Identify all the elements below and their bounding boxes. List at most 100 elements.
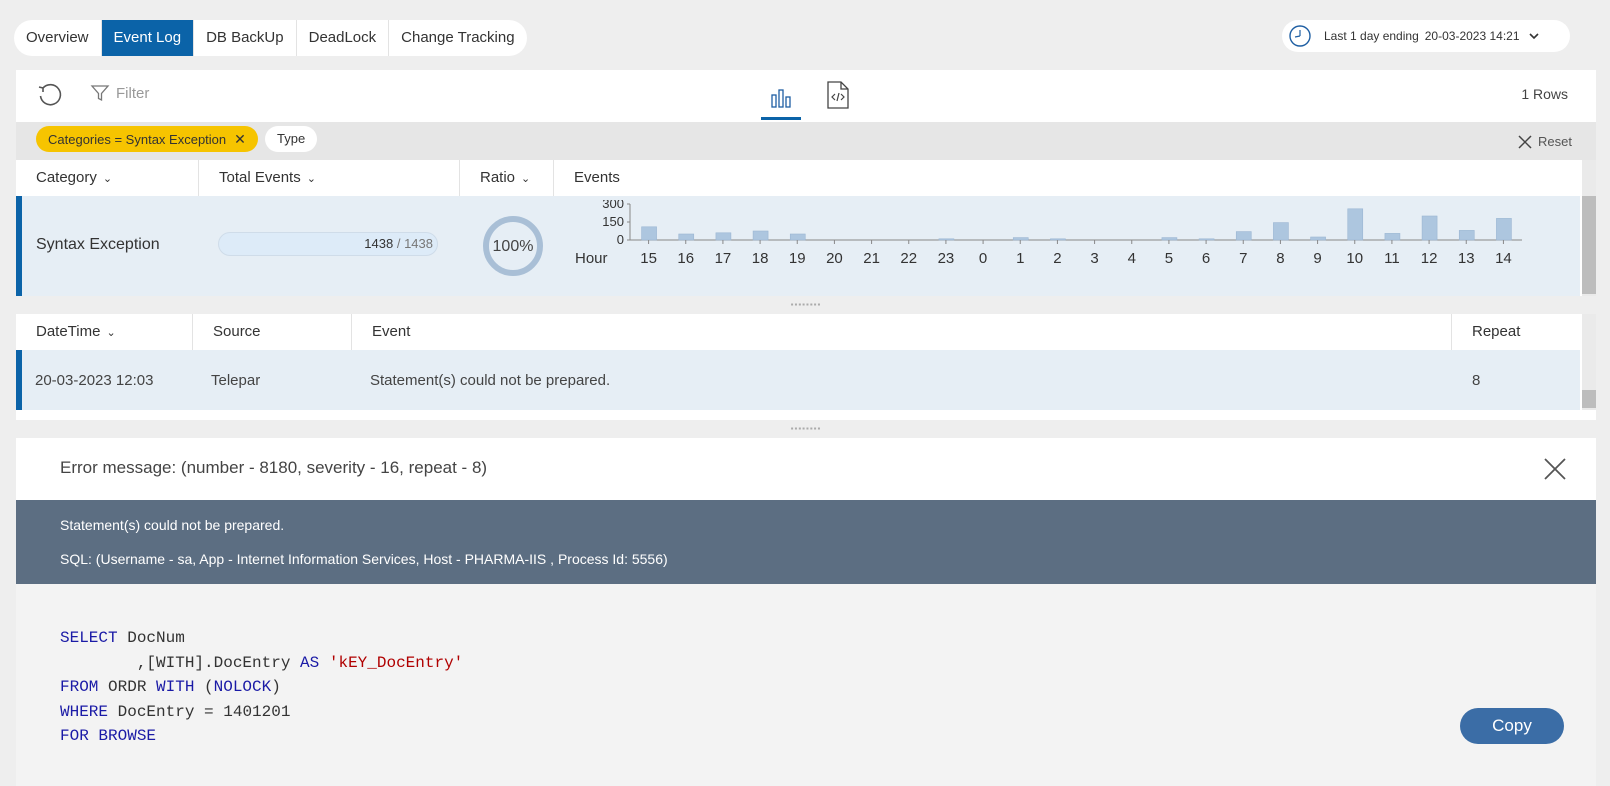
event-bar[interactable]: [1198, 238, 1215, 241]
event-bar[interactable]: [1235, 231, 1252, 241]
column-header-category[interactable]: Category ⌄: [16, 160, 199, 196]
event-bar[interactable]: [1310, 236, 1326, 241]
rows-count: 1 Rows: [1521, 86, 1568, 102]
code-file-icon[interactable]: [826, 80, 850, 110]
column-header-ratio[interactable]: Ratio ⌄: [460, 160, 554, 196]
event-bar[interactable]: [715, 232, 732, 241]
type-filter-chip[interactable]: Type: [265, 126, 318, 152]
column-label: Ratio: [480, 169, 516, 186]
column-label: DateTime: [36, 323, 101, 340]
event-bar[interactable]: [678, 233, 695, 241]
bar-chart-icon: [771, 88, 791, 108]
column-label: Events: [574, 169, 620, 186]
event-bar[interactable]: [1496, 218, 1512, 241]
event-bar[interactable]: [1384, 233, 1401, 241]
event-bar[interactable]: [938, 238, 955, 241]
splitter-handle[interactable]: ▪▪▪▪▪▪▪▪: [16, 420, 1596, 438]
chart-view-tab[interactable]: [761, 78, 801, 120]
tab-overview[interactable]: Overview: [14, 20, 102, 56]
summary-scrollbar-thumb[interactable]: [1582, 196, 1596, 294]
chevron-down-icon: ⌄: [521, 173, 531, 185]
detail-scrollbar-thumb[interactable]: [1582, 390, 1596, 408]
chevron-down-icon: ⌄: [306, 173, 316, 185]
column-label: Total Events: [219, 169, 301, 186]
chevron-down-icon: ⌄: [102, 173, 113, 185]
column-label: Repeat: [1472, 323, 1521, 340]
x-tick-label: 19: [789, 250, 806, 267]
event-bar[interactable]: [1050, 238, 1066, 241]
column-label: Event: [372, 323, 411, 340]
x-tick-label: 20: [826, 250, 843, 267]
category-filter-chip[interactable]: Categories = Syntax Exception ✕: [36, 126, 258, 152]
error-banner: Statement(s) could not be prepared. SQL:…: [16, 500, 1596, 584]
copy-button[interactable]: Copy: [1460, 708, 1564, 744]
filter-button[interactable]: Filter: [90, 83, 149, 103]
column-header-repeat[interactable]: Repeat: [1452, 314, 1580, 350]
clock-icon: [1289, 25, 1311, 47]
chevron-down-icon: ⌄: [106, 327, 116, 339]
sql-keyword: AS: [300, 653, 320, 672]
x-tick-label: 22: [900, 250, 917, 267]
column-header-datetime[interactable]: DateTime ⌄: [16, 314, 193, 350]
close-icon[interactable]: [1542, 456, 1568, 482]
sql-code-area: SELECT DocNum ,[WITH].DocEntry AS 'kEY_D…: [16, 584, 1596, 786]
column-label: Source: [213, 323, 261, 340]
x-tick-label: 9: [1313, 250, 1321, 267]
source-cell: Telepar: [211, 372, 261, 389]
tab-deadlock[interactable]: DeadLock: [297, 20, 390, 56]
event-bar[interactable]: [1012, 237, 1029, 241]
x-tick-label: 2: [1053, 250, 1061, 267]
category-cell: Syntax Exception: [36, 236, 160, 253]
x-axis-label: Hour: [575, 250, 608, 267]
reset-label: Reset: [1538, 134, 1572, 149]
event-bar[interactable]: [1347, 208, 1364, 241]
tab-event-log[interactable]: Event Log: [101, 20, 195, 56]
time-range-value: 20-03-2023 14:21: [1424, 29, 1520, 43]
x-tick-label: 12: [1421, 250, 1438, 267]
column-header-total-events[interactable]: Total Events ⌄: [199, 160, 460, 196]
sql-text: ORDR: [98, 678, 157, 696]
event-bar[interactable]: [1273, 222, 1289, 241]
filter-chip-bar: Categories = Syntax Exception ✕ Type Rese…: [16, 122, 1596, 160]
refresh-icon[interactable]: [36, 82, 64, 110]
event-bar[interactable]: [1458, 230, 1475, 241]
total-events-of: / 1438: [396, 236, 433, 251]
event-bar[interactable]: [1161, 237, 1178, 241]
repeat-cell: 8: [1472, 372, 1481, 389]
main-tabs: Overview Event Log DB BackUp DeadLock Ch…: [14, 20, 527, 56]
x-tick-label: 13: [1458, 250, 1475, 267]
x-tick-label: 11: [1384, 250, 1400, 267]
y-tick-label: 150: [602, 214, 624, 229]
column-header-source[interactable]: Source: [193, 314, 352, 350]
error-title: Error message: (number - 8180, severity …: [60, 458, 488, 477]
summary-row[interactable]: Syntax Exception 1438 / 1438 100% 300 150…: [16, 196, 1580, 296]
event-bar[interactable]: [641, 226, 657, 241]
sql-text: DocNum: [117, 629, 185, 647]
event-bar[interactable]: [1421, 215, 1438, 241]
tab-change-tracking[interactable]: Change Tracking: [389, 20, 526, 56]
summary-table-header: Category ⌄ Total Events ⌄ Ratio ⌄ Events: [16, 160, 1580, 196]
splitter-handle[interactable]: ▪▪▪▪▪▪▪▪: [16, 296, 1596, 314]
sql-text: DocEntry = 1401201: [108, 702, 291, 721]
ratio-ring: 100%: [483, 216, 543, 276]
sql-keyword: WHERE: [60, 702, 109, 721]
total-events-bar: 1438 / 1438: [218, 232, 438, 256]
sql-keyword: WITH: [156, 678, 195, 696]
time-range-selector[interactable]: Last 1 day ending 20-03-2023 14:21: [1282, 20, 1570, 52]
table-row[interactable]: 20-03-2023 12:03 Telepar Statement(s) co…: [16, 350, 1580, 410]
sql-keyword: SELECT: [60, 629, 118, 647]
tab-db-backup[interactable]: DB BackUp: [194, 20, 297, 56]
x-tick-label: 8: [1276, 250, 1284, 267]
y-tick-label: 0: [617, 232, 624, 247]
event-bar[interactable]: [752, 230, 769, 241]
x-tick-label: 17: [715, 250, 732, 267]
events-bar-chart: 3001500Hour 15 16 17 18 19 20 21 22 23 0 1 2 3 4 5 6 7 8 9 1…: [575, 200, 1522, 267]
column-header-event[interactable]: Event: [352, 314, 1452, 350]
sql-text: ,[WITH].DocEntry: [60, 653, 301, 672]
reset-button[interactable]: Reset: [1518, 134, 1572, 149]
close-icon[interactable]: ✕: [234, 131, 246, 147]
column-label: Category: [36, 169, 97, 186]
x-tick-label: 5: [1165, 250, 1173, 267]
event-bar[interactable]: [789, 233, 806, 241]
column-header-events: Events: [554, 160, 1580, 196]
